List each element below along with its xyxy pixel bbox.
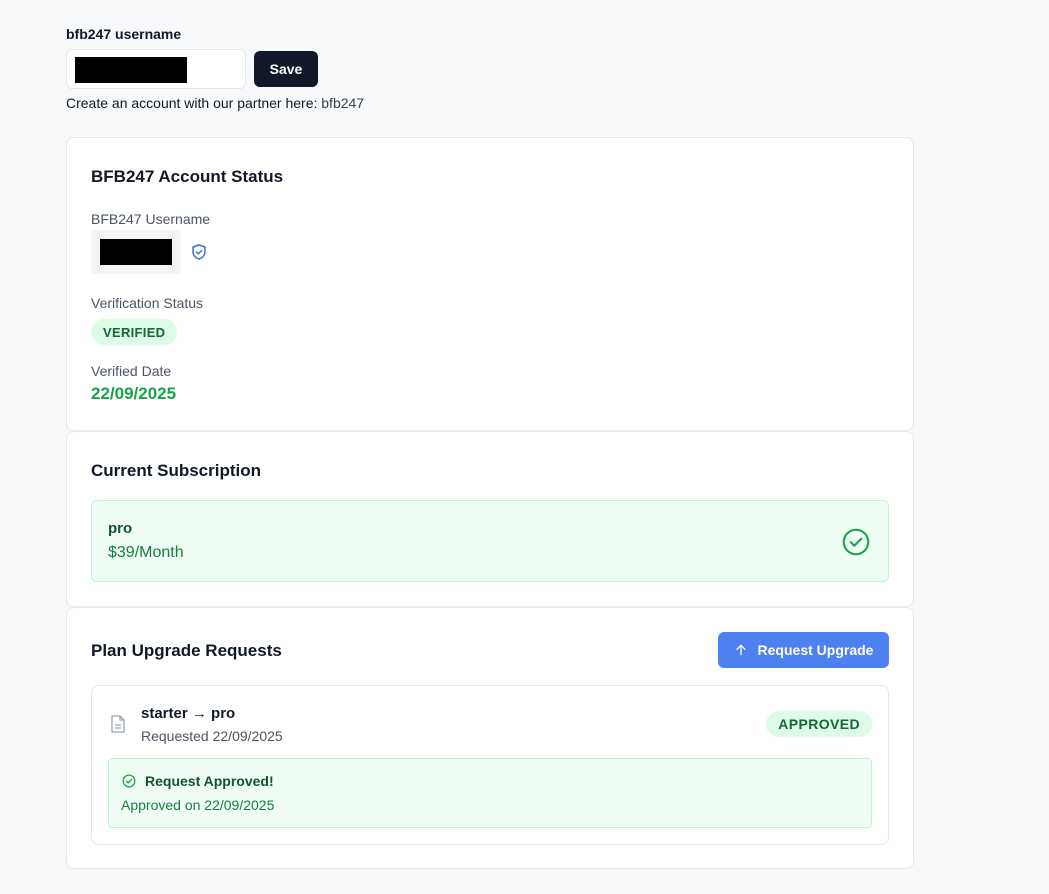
verification-status-label: Verification Status [91,295,204,311]
subscription-title: Current Subscription [91,461,262,480]
username-input[interactable] [66,49,246,89]
partner-text: Create an account with our partner here:… [66,95,365,111]
arrow-up-icon [735,644,746,656]
request-date: Requested 22/09/2025 [141,728,283,744]
list-item: starter → pro Requested 22/09/2025 APPRO… [91,685,889,845]
subscription-card: Current Subscription pro $39/Month [66,431,914,607]
verified-date: 22/09/2025 [91,384,177,403]
check-circle-icon [122,774,136,788]
plan-name: pro [108,520,133,537]
redacted-value [75,57,187,83]
request-upgrade-button[interactable]: Request Upgrade [718,632,889,668]
status-badge: VERIFIED [91,319,178,345]
save-button[interactable]: Save [254,51,318,87]
partner-link[interactable]: bfb247 [321,95,364,111]
shield-check-icon [192,244,206,260]
upgrade-requests-card: Plan Upgrade Requests Request Upgrade st… [66,607,914,869]
approved-title: Request Approved! [145,773,274,789]
redacted-value [100,239,172,265]
request-upgrade-label: Request Upgrade [757,642,874,658]
request-title: starter → pro [141,705,236,722]
account-status-title: BFB247 Account Status [91,167,284,186]
status-badge: APPROVED [766,711,872,737]
check-circle-icon [842,528,870,556]
username-form-label: bfb247 username [66,26,182,42]
document-icon [111,715,125,733]
account-status-card: BFB247 Account Status BFB247 Username Ve… [66,137,914,431]
approved-date: Approved on 22/09/2025 [121,797,275,813]
plan-price: $39/Month [108,544,184,561]
verified-date-label: Verified Date [91,363,172,379]
username-label: BFB247 Username [91,211,211,227]
approved-notice: Request Approved! Approved on 22/09/2025 [108,758,872,828]
username-value [91,230,181,274]
username-form: Save [66,49,318,89]
current-plan: pro $39/Month [91,500,889,582]
upgrade-requests-title: Plan Upgrade Requests [91,641,282,660]
